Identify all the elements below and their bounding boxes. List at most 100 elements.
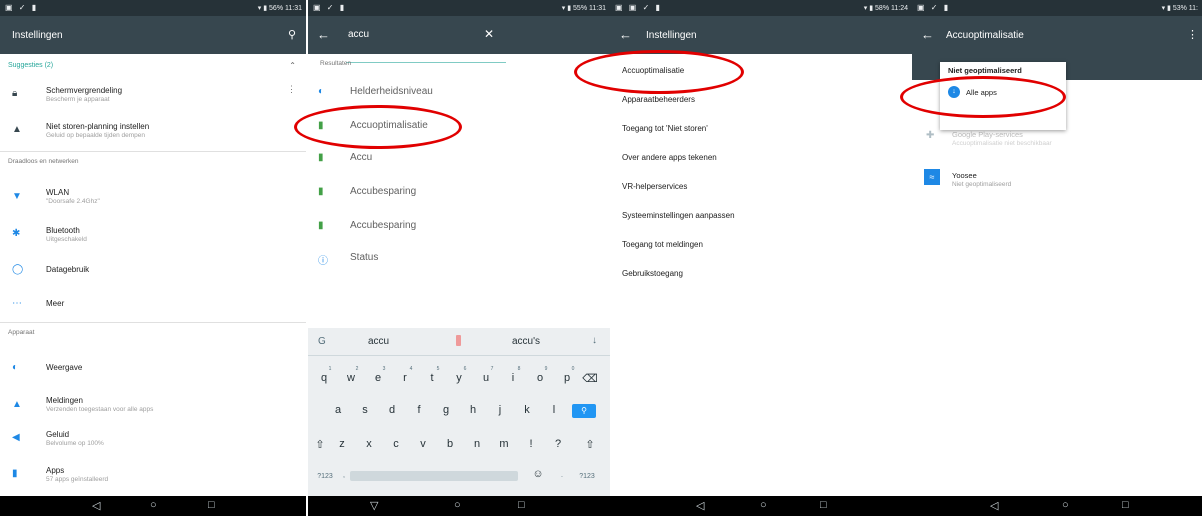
result-item[interactable]: ▮ Accu [308,148,610,170]
list-item[interactable]: VR-helperservices [622,182,687,191]
search-underline [346,62,506,63]
settings-item-bluetooth[interactable]: ✱ Bluetooth Uitgeschakeld [0,220,306,250]
key[interactable]: v [413,438,433,450]
key[interactable]: u [476,372,496,384]
list-item[interactable]: Toegang tot meldingen [622,240,703,249]
back-arrow-icon[interactable]: ← [921,27,934,42]
result-item[interactable]: ▮ Accubesparing [308,182,610,204]
key[interactable]: w [341,372,361,384]
home-nav-icon[interactable]: ○ [1062,499,1069,511]
key[interactable]: h [463,404,483,416]
microphone-icon[interactable]: ↓ [592,335,597,346]
status-bar: ▣ ✓ ▮ ▾ ▮ 56% 11:31 [0,0,306,16]
key-hint: 1 [328,366,332,372]
symbols-key[interactable]: ?123 [574,473,600,480]
battery-emoji-icon[interactable] [456,335,461,346]
key[interactable]: x [359,438,379,450]
key[interactable]: n [467,438,487,450]
recents-nav-icon[interactable]: □ [820,499,827,511]
app-bar: ← Instellingen [610,16,912,54]
suggestion-item[interactable]: ▲ Niet storen-planning instellen Geluid … [0,116,306,146]
key[interactable]: g [436,404,456,416]
period-key[interactable]: . [552,472,572,479]
backspace-icon[interactable]: ⌫ [580,372,600,385]
key[interactable]: t [422,372,442,384]
recents-nav-icon[interactable]: □ [518,499,525,511]
result-item[interactable]: ⓘ Status [308,248,610,270]
keyboard-suggestion[interactable]: accu [368,336,389,347]
key[interactable]: y [449,372,469,384]
search-icon[interactable]: ⚲ [288,28,296,41]
status-icons-left: ▣ ✓ ▮ [917,3,951,12]
key[interactable]: s [355,404,375,416]
settings-item-apps[interactable]: ▮ Apps 57 apps geïnstalleerd [0,460,306,490]
back-nav-icon[interactable]: ◁ [92,499,100,512]
result-item[interactable]: ▮ Accubesparing [308,216,610,238]
suggestions-header[interactable]: Suggesties (2) ⌃ [0,58,306,76]
settings-item-display[interactable]: ◐ Weergave [0,356,306,380]
key[interactable]: a [328,404,348,416]
clear-icon[interactable]: ✕ [484,27,494,41]
key[interactable]: o [530,372,550,384]
settings-screen: ▣ ✓ ▮ ▾ ▮ 56% 11:31 Instellingen ⚲ Sugge… [0,0,306,516]
back-nav-icon[interactable]: ◁ [696,499,704,512]
list-item[interactable]: Apparaatbeheerders [622,95,695,104]
highlight-oval [294,105,462,149]
wifi-icon: ▼ [12,191,22,202]
key[interactable]: d [382,404,402,416]
space-key[interactable] [350,471,518,481]
key[interactable]: r [395,372,415,384]
lock-icon: 🔒︎ [12,88,18,99]
back-arrow-icon[interactable]: ← [317,27,330,42]
more-vert-icon[interactable]: ⋮ [287,84,296,95]
settings-item-notifications[interactable]: ▲ Meldingen Verzenden toegestaan voor al… [0,390,306,420]
home-nav-icon[interactable]: ○ [454,499,461,511]
key[interactable]: p [557,372,577,384]
search-key[interactable]: ⚲ [572,404,596,418]
shift-icon[interactable]: ⇧ [310,438,330,451]
recents-nav-icon[interactable]: □ [208,499,215,511]
settings-item-wlan[interactable]: ▼ WLAN "Doorsafe 2.4Ghz" [0,182,306,212]
key[interactable]: i [503,372,523,384]
key[interactable]: j [490,404,510,416]
list-item[interactable]: Gebruikstoegang [622,269,683,278]
key[interactable]: l [544,404,564,416]
key[interactable]: e [368,372,388,384]
back-arrow-icon[interactable]: ← [619,27,632,42]
result-item[interactable]: ◐ Helderheidsniveau [308,82,610,104]
search-input[interactable]: accu [348,29,369,40]
key[interactable]: q [314,372,334,384]
keyboard-suggestion[interactable]: accu's [512,336,540,347]
list-item[interactable]: Over andere apps tekenen [622,153,717,162]
back-nav-icon[interactable]: ◁ [990,499,998,512]
battery-icon: ▮ [318,152,324,163]
key[interactable]: f [409,404,429,416]
key[interactable]: k [517,404,537,416]
page-title: Instellingen [12,30,63,41]
more-vert-icon[interactable]: ⋮ [1187,28,1198,41]
key[interactable]: b [440,438,460,450]
emoji-icon[interactable]: ☺ [528,468,548,480]
dropdown-option[interactable]: Niet geoptimaliseerd [948,66,1022,75]
home-nav-icon[interactable]: ○ [760,499,767,511]
item-subtitle: "Doorsafe 2.4Ghz" [46,198,100,205]
hide-keyboard-icon[interactable]: ▽ [370,499,378,512]
suggestion-item[interactable]: 🔒︎ Schermvergrendeling Bescherm je appar… [0,80,306,110]
recents-nav-icon[interactable]: □ [1122,499,1129,511]
key[interactable]: z [332,438,352,450]
settings-item-data-usage[interactable]: ◯ Datagebruik [0,258,306,282]
shift-icon[interactable]: ⇧ [580,438,600,451]
key[interactable]: ! [521,438,541,450]
chevron-up-icon: ⌃ [289,61,296,70]
app-item[interactable]: ≈ Yoosee Niet geoptimaliseerd [912,166,1202,194]
settings-item-more[interactable]: ⋯ Meer [0,292,306,316]
status-bar: ▣ ✓ ▮ ▾ ▮ 53% 11: [912,0,1202,16]
key[interactable]: m [494,438,514,450]
home-nav-icon[interactable]: ○ [150,499,157,511]
list-item[interactable]: Systeeminstellingen aanpassen [622,211,735,220]
settings-item-sound[interactable]: ◀ Geluid Belvolume op 100% [0,424,306,454]
google-icon[interactable]: G [318,336,326,347]
key[interactable]: c [386,438,406,450]
list-item[interactable]: Toegang tot 'Niet storen' [622,124,708,133]
key[interactable]: ? [548,438,568,450]
